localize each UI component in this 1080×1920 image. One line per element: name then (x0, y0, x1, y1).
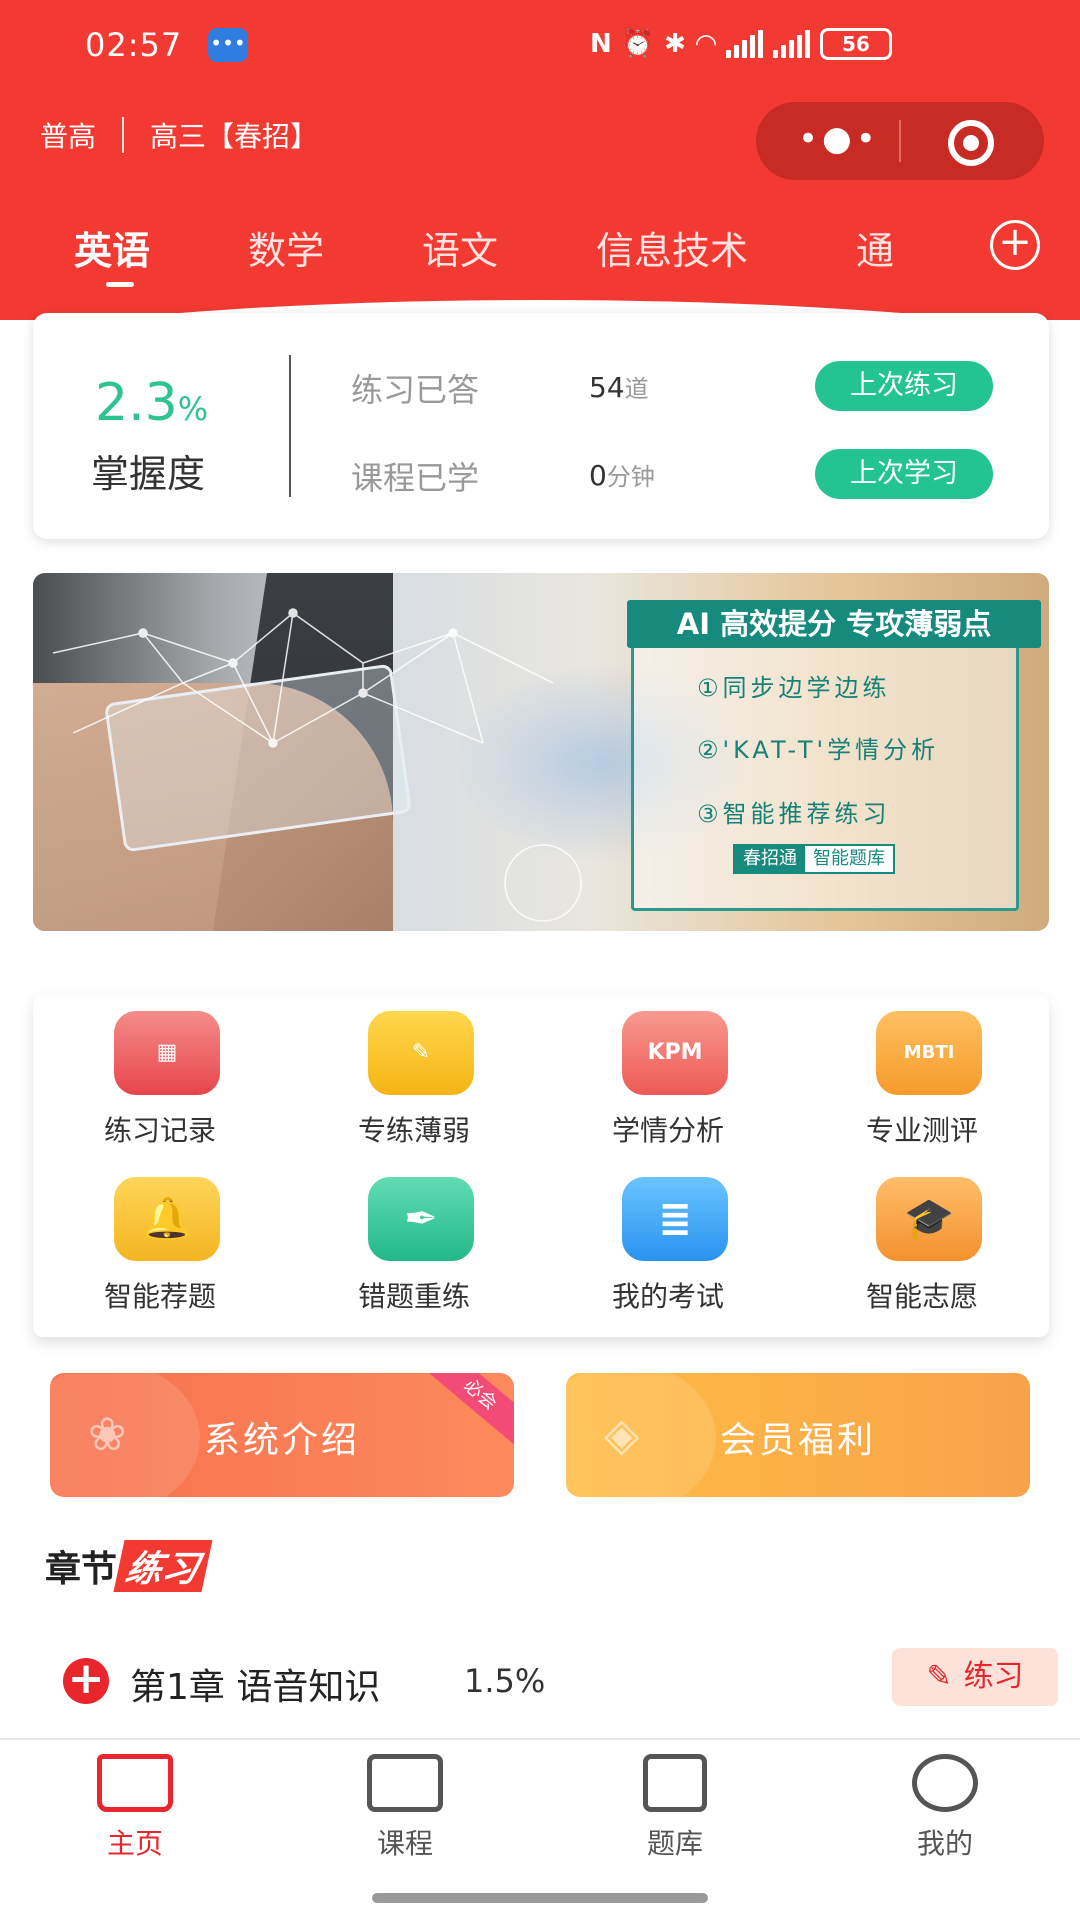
graduation-cap-icon: 🎓 (876, 1177, 982, 1261)
battery-icon: 56 (819, 28, 892, 60)
tabbar-questions-label: 题库 (646, 1827, 703, 1860)
banner-item-3: ③智能推荐练习 (697, 800, 891, 828)
last-practice-button[interactable]: 上次练习 (815, 361, 993, 411)
chapter-row: + 第1章 语音知识 1.5% ✎ 练习 (0, 1648, 1080, 1714)
banner-network-lines (52, 608, 582, 922)
chapter-percent: 1.5% (464, 1662, 546, 1700)
bluetooth-icon: ✱ (664, 29, 686, 59)
tabbar-courses[interactable]: 课程 (315, 1754, 495, 1862)
promo-banner[interactable]: AI 高效提分 专攻薄弱点 ①同步边学边练 ②'KAT-T'学情分析 ③智能推荐… (33, 573, 1049, 931)
grid-item-major-assessment[interactable]: MBTI 专业测评 (795, 995, 1049, 1155)
system-intro-label: 系统介绍 (203, 1420, 360, 1461)
pen-nib-icon: ✒ (368, 1177, 474, 1261)
wifi-icon: ◠ (695, 29, 716, 59)
course-value: 0分钟 (589, 459, 655, 492)
grid-label: 学情分析 (611, 1114, 724, 1147)
tab-it[interactable]: 信息技术 (596, 220, 748, 275)
capsule-divider (899, 120, 901, 162)
stats-divider (289, 355, 291, 497)
close-target-icon[interactable] (948, 120, 994, 166)
tabbar-mine[interactable]: 我的 (855, 1754, 1035, 1862)
add-subject-icon[interactable]: + (990, 220, 1040, 270)
practice-value: 54道 (589, 371, 649, 404)
banner-item-1: ①同步边学边练 (697, 674, 891, 702)
tabbar-mine-label: 我的 (916, 1827, 973, 1860)
tabbar-courses-label: 课程 (376, 1827, 433, 1860)
grid-item-my-exams[interactable]: ≣ 我的考试 (541, 1161, 795, 1321)
course-label: 课程已学 (351, 459, 480, 497)
chapter-name[interactable]: 第1章 语音知识 (130, 1658, 380, 1710)
kpm-board-icon: KPM (622, 1011, 728, 1095)
bookmark-box-icon (643, 1754, 707, 1812)
chapter-practice-label: 练习 (963, 1659, 1024, 1694)
practice-label: 练习已答 (351, 371, 480, 409)
grid-label: 我的考试 (611, 1280, 724, 1313)
banner-title: AI 高效提分 专攻薄弱点 (627, 600, 1041, 648)
mbti-laptop-icon: MBTI (876, 1011, 982, 1095)
mastery-label: 掌握度 (91, 452, 206, 496)
grade-divider (122, 117, 125, 153)
banner-tag-primary: 春招通 (735, 846, 805, 872)
grade-label[interactable]: 高三【春招】 (150, 115, 318, 155)
signal-icon (725, 30, 763, 58)
book-icon (367, 1754, 443, 1812)
expand-chapter-icon[interactable]: + (63, 1657, 109, 1704)
smile-face-icon (912, 1754, 978, 1812)
signal-icon-2 (772, 30, 810, 58)
tab-english[interactable]: 英语 (74, 220, 150, 275)
status-time: 02:57 (85, 26, 183, 64)
status-icons: N ⏰ ✱ ◠ 56 (590, 24, 892, 64)
banner-item-2: ②'KAT-T'学情分析 (697, 736, 940, 764)
grade-selector[interactable]: 普高 高三【春招】 (40, 115, 318, 155)
mastery-value: 2.3% (95, 373, 209, 433)
grid-label: 错题重练 (357, 1280, 470, 1313)
message-app-icon: ••• (208, 28, 248, 62)
tab-general[interactable]: 通 (856, 220, 916, 275)
grid-label: 练习记录 (103, 1114, 216, 1147)
home-indicator[interactable] (372, 1893, 708, 1903)
calendar-chart-icon: ▦ (114, 1011, 220, 1095)
grid-label: 专业测评 (865, 1114, 978, 1147)
grid-item-wrong-redo[interactable]: ✒ 错题重练 (287, 1161, 541, 1321)
level-label[interactable]: 普高 (40, 115, 96, 155)
subject-tabs: 英语 数学 语文 信息技术 通 + (0, 210, 1080, 290)
app-root: 02:57 ••• N ⏰ ✱ ◠ 56 普高 高三【春招】 •●• 英语 数学… (0, 0, 1080, 1920)
tab-math[interactable]: 数学 (248, 220, 324, 275)
grid-label: 智能荐题 (103, 1280, 216, 1313)
mini-program-capsule: •●• (756, 102, 1044, 180)
tab-chinese[interactable]: 语文 (422, 220, 498, 275)
chapter-practice-button[interactable]: ✎ 练习 (892, 1648, 1058, 1706)
status-bar: 02:57 ••• N ⏰ ✱ ◠ 56 (0, 0, 1080, 90)
grid-label: 专练薄弱 (357, 1114, 470, 1147)
section-title-highlight: 练习 (113, 1540, 213, 1592)
member-benefits-label: 会员福利 (719, 1420, 876, 1461)
stats-card: 2.3% 掌握度 练习已答 54道 上次练习 课程已学 0分钟 上次学习 (33, 313, 1049, 539)
member-benefits-card[interactable]: ◈ 会员福利 (566, 1373, 1030, 1497)
last-study-button[interactable]: 上次学习 (815, 449, 993, 499)
tabbar-home-label: 主页 (106, 1827, 163, 1860)
system-intro-card[interactable]: ❀ 系统介绍 必会 (50, 1373, 514, 1497)
tabbar-home[interactable]: 主页 (45, 1754, 225, 1862)
grid-item-weak-practice[interactable]: ✎ 专练薄弱 (287, 995, 541, 1155)
pencil-ruler-icon: ✎ (368, 1011, 474, 1095)
section-title: 章节 练习 (45, 1540, 213, 1592)
feature-grid: ▦ 练习记录 ✎ 专练薄弱 KPM 学情分析 MBTI 专业测评 🔔 智能荐题 … (33, 995, 1049, 1337)
banner-tag: 春招通 智能题库 (733, 844, 895, 874)
more-icon[interactable]: •●• (798, 122, 880, 156)
nfc-icon: N (590, 29, 612, 59)
alarm-icon: ⏰ (621, 29, 655, 59)
grid-label: 智能志愿 (865, 1280, 978, 1313)
tabbar-questions[interactable]: 题库 (585, 1754, 765, 1862)
active-tab-indicator (106, 282, 134, 287)
grid-item-practice-record[interactable]: ▦ 练习记录 (33, 995, 287, 1155)
document-icon: ≣ (622, 1177, 728, 1261)
bell-icon: 🔔 (114, 1177, 220, 1261)
grid-item-smart-volunteer[interactable]: 🎓 智能志愿 (795, 1161, 1049, 1321)
home-icon (97, 1754, 173, 1812)
banner-tag-secondary: 智能题库 (805, 846, 893, 872)
section-title-plain: 章节 (45, 1549, 118, 1590)
grid-item-smart-recommend[interactable]: 🔔 智能荐题 (33, 1161, 287, 1321)
edit-pen-icon: ✎ (926, 1659, 952, 1694)
grid-item-learning-analysis[interactable]: KPM 学情分析 (541, 995, 795, 1155)
